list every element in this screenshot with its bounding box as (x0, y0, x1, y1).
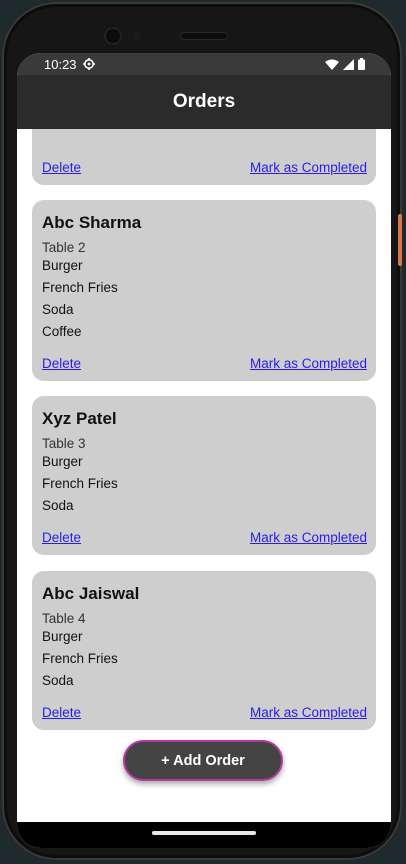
order-item: Soda (42, 302, 74, 317)
order-item: Soda (42, 673, 74, 688)
customer-name: Abc Jaiswal (42, 584, 140, 603)
order-item: Burger (42, 258, 83, 273)
add-order-button[interactable]: + Add Order (123, 740, 283, 781)
mark-completed-link[interactable]: Mark as Completed (250, 160, 367, 175)
order-item: French Fries (42, 651, 118, 666)
phone-frame: 10:23 Orders Delete Mark as Completed Ab… (2, 2, 402, 860)
order-item: Coffee (42, 324, 82, 339)
status-time: 10:23 (44, 57, 77, 72)
order-items: Burger French Fries Soda (42, 454, 118, 520)
customer-name: Abc Sharma (42, 213, 142, 232)
customer-name: Xyz Patel (42, 409, 117, 428)
gear-icon (83, 58, 95, 70)
delete-link[interactable]: Delete (42, 530, 81, 545)
order-items: Burger French Fries Soda Coffee (42, 258, 118, 346)
earpiece-speaker (181, 33, 227, 39)
delete-link[interactable]: Delete (42, 160, 81, 175)
sensor (134, 30, 140, 42)
app-bar: Orders (17, 75, 391, 129)
front-camera (106, 29, 120, 43)
order-card: Delete Mark as Completed (32, 129, 376, 185)
order-card: Abc Jaiswal Table 4 Burger French Fries … (32, 571, 376, 730)
wifi-icon (325, 59, 339, 70)
order-item: French Fries (42, 476, 118, 491)
signal-icon (343, 58, 354, 70)
status-bar: 10:23 (17, 53, 391, 75)
table-number: Table 2 (42, 240, 86, 255)
order-items: Burger French Fries Soda (42, 629, 118, 695)
mark-completed-link[interactable]: Mark as Completed (250, 705, 367, 720)
order-item: French Fries (42, 280, 118, 295)
table-number: Table 4 (42, 611, 86, 626)
home-gesture-handle[interactable] (152, 831, 256, 835)
system-icons (325, 58, 365, 70)
delete-link[interactable]: Delete (42, 705, 81, 720)
navigation-bar (17, 822, 391, 848)
order-item: Burger (42, 629, 83, 644)
order-item: Burger (42, 454, 83, 469)
side-button (398, 214, 402, 266)
delete-link[interactable]: Delete (42, 356, 81, 371)
orders-list[interactable]: Delete Mark as Completed Abc Sharma Tabl… (17, 129, 391, 822)
order-card: Xyz Patel Table 3 Burger French Fries So… (32, 396, 376, 555)
mark-completed-link[interactable]: Mark as Completed (250, 356, 367, 371)
battery-icon (358, 58, 365, 70)
screen: 10:23 Orders Delete Mark as Completed Ab… (17, 53, 391, 848)
order-item: Soda (42, 498, 74, 513)
mark-completed-link[interactable]: Mark as Completed (250, 530, 367, 545)
page-title: Orders (172, 91, 236, 112)
order-card: Abc Sharma Table 2 Burger French Fries S… (32, 200, 376, 381)
table-number: Table 3 (42, 436, 86, 451)
